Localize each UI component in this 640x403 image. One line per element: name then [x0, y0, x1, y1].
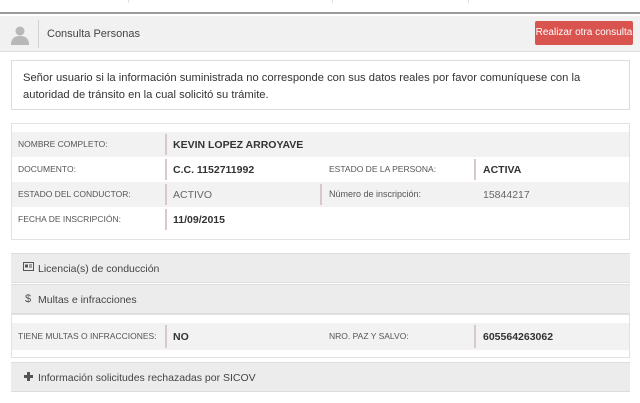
- document-value: C.C. 1152711992: [173, 164, 255, 176]
- divider: [165, 209, 167, 230]
- field-label: TIENE MULTAS O INFRACCIONES:: [18, 331, 157, 341]
- registration-date-value: 11/09/2015: [173, 214, 225, 226]
- user-icon: [11, 26, 29, 45]
- detail-row: TIENE MULTAS O INFRACCIONES: NO NRO. PAZ…: [12, 323, 629, 350]
- divider: [474, 325, 476, 348]
- person-details-panel: NOMBRE COMPLETO: KEVIN LOPEZ ARROYAVE DO…: [11, 123, 630, 240]
- divider: [165, 325, 167, 348]
- detail-row: ESTADO DEL CONDUCTOR: ACTIVO Número de i…: [12, 182, 629, 207]
- divider: [320, 184, 322, 205]
- notice-text: Señor usuario si la información suminist…: [23, 72, 581, 101]
- full-name-value: KEVIN LOPEZ ARROYAVE: [173, 139, 304, 151]
- detail-row: FECHA DE INSCRIPCIÓN: 11/09/2015: [12, 207, 629, 232]
- new-query-button[interactable]: Realizar otra consulta: [535, 21, 633, 45]
- field-label: NRO. PAZ Y SALVO:: [329, 331, 409, 341]
- field-label: FECHA DE INSCRIPCIÓN:: [18, 214, 121, 224]
- divider: [332, 0, 333, 3]
- field-label: ESTADO DE LA PERSONA:: [329, 164, 437, 174]
- divider: [165, 134, 167, 155]
- section-licencias[interactable]: Licencia(s) de conducción: [11, 253, 630, 283]
- divider: [474, 159, 476, 180]
- header-divider: [38, 20, 39, 48]
- id-card-icon: [23, 262, 34, 271]
- driver-status-value: ACTIVO: [173, 189, 213, 201]
- field-label: NOMBRE COMPLETO:: [18, 139, 108, 149]
- section-title: Multas e infracciones: [38, 294, 137, 306]
- registration-number-value: 15844217: [483, 189, 530, 201]
- section-title: Licencia(s) de conducción: [38, 263, 160, 275]
- divider: [468, 0, 469, 3]
- fines-panel: TIENE MULTAS O INFRACCIONES: NO NRO. PAZ…: [11, 314, 630, 358]
- field-label: DOCUMENTO:: [18, 164, 76, 174]
- has-fines-value: NO: [173, 331, 189, 343]
- section-sicov[interactable]: Información solicitudes rechazadas por S…: [11, 362, 630, 392]
- medkit-icon: [24, 372, 33, 381]
- detail-row: DOCUMENTO: C.C. 1152711992 ESTADO DE LA …: [12, 157, 629, 182]
- section-title: Información solicitudes rechazadas por S…: [38, 372, 256, 384]
- divider: [165, 184, 167, 205]
- section-multas[interactable]: $ Multas e infracciones: [11, 284, 630, 314]
- notice-box: Señor usuario si la información suminist…: [11, 60, 630, 110]
- page-title: Consulta Personas: [47, 28, 140, 40]
- detail-row: NOMBRE COMPLETO: KEVIN LOPEZ ARROYAVE: [12, 132, 629, 157]
- field-label: ESTADO DEL CONDUCTOR:: [18, 189, 131, 199]
- field-label: Número de inscripción:: [329, 189, 422, 199]
- person-status-value: ACTIVA: [483, 164, 522, 176]
- clearance-number-value: 605564263062: [483, 331, 554, 343]
- page-header: Consulta Personas Realizar otra consulta: [0, 16, 640, 52]
- top-bar: [0, 0, 640, 14]
- divider: [165, 159, 167, 180]
- dollar-icon: $: [25, 293, 32, 305]
- divider: [128, 0, 129, 3]
